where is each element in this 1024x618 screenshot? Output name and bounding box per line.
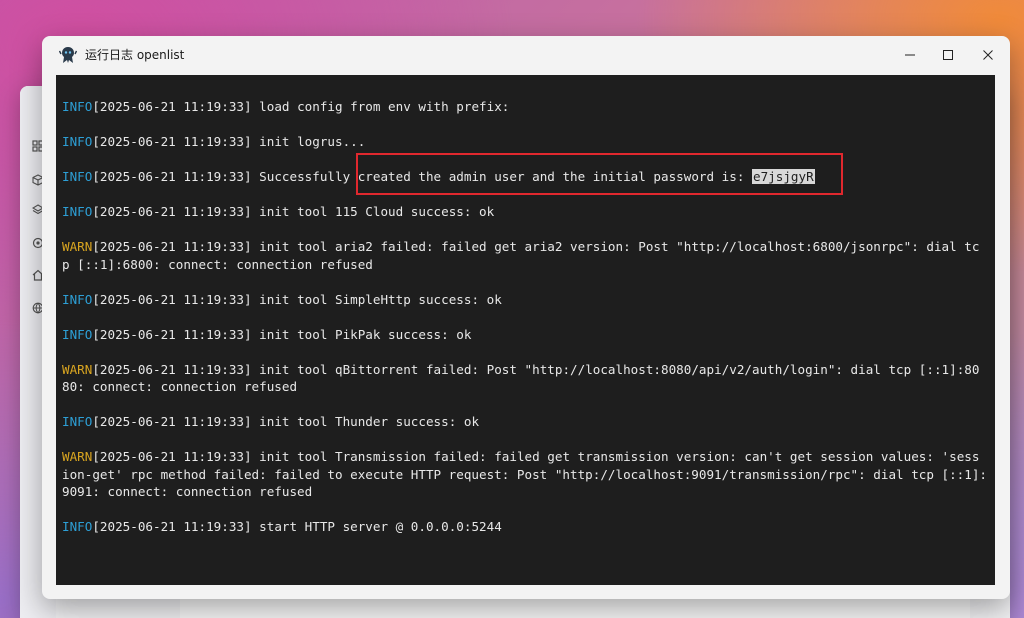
- log-level: INFO: [62, 291, 93, 307]
- minimize-button[interactable]: [890, 40, 930, 70]
- admin-password[interactable]: e7jsjgyR: [752, 169, 815, 184]
- log-line: INFO[2025-06-21 11:19:33] Successfully c…: [62, 168, 987, 186]
- log-message: init tool 115 Cloud success: ok: [251, 204, 495, 219]
- window-title: 运行日志 openlist: [85, 48, 185, 62]
- log-message: init tool SimpleHttp success: ok: [251, 291, 502, 307]
- log-level: INFO: [62, 519, 93, 534]
- log-timestamp: [2025-06-21 11:19:33]: [92, 204, 252, 219]
- log-level: WARN: [62, 449, 93, 464]
- log-level: INFO: [62, 99, 93, 114]
- close-button[interactable]: [968, 40, 1008, 70]
- log-line: INFO[2025-06-21 11:19:33] init tool Thun…: [62, 413, 987, 431]
- background-app-footer: [180, 596, 970, 618]
- log-timestamp: [2025-06-21 11:19:33]: [92, 239, 252, 254]
- title-bar[interactable]: 运行日志 openlist: [42, 36, 1010, 74]
- log-level: INFO: [62, 169, 93, 184]
- log-line: WARN[2025-06-21 11:19:33] init tool Tran…: [62, 448, 987, 501]
- log-line: INFO[2025-06-21 11:19:33] init tool Simp…: [62, 291, 987, 309]
- log-message: load config from env with prefix:: [251, 99, 510, 114]
- log-message: start HTTP server @ 0.0.0.0:5244: [251, 519, 502, 534]
- maximize-icon: [943, 50, 953, 60]
- log-level: INFO: [62, 326, 93, 342]
- log-line: INFO[2025-06-21 11:19:33] start HTTP ser…: [62, 518, 987, 536]
- log-timestamp: [2025-06-21 11:19:33]: [92, 361, 252, 377]
- log-line: INFO[2025-06-21 11:19:33] init tool 115 …: [62, 203, 987, 221]
- log-timestamp: [2025-06-21 11:19:33]: [92, 414, 252, 429]
- minimize-icon: [905, 54, 915, 56]
- close-icon: [983, 50, 993, 60]
- log-message: init tool Thunder success: ok: [251, 414, 480, 429]
- log-timestamp: [2025-06-21 11:19:33]: [92, 519, 252, 534]
- log-timestamp: [2025-06-21 11:19:33]: [92, 326, 252, 342]
- log-line: INFO[2025-06-21 11:19:33] init logrus...: [62, 133, 987, 151]
- log-timestamp: [2025-06-21 11:19:33]: [92, 291, 252, 307]
- log-level: WARN: [62, 239, 93, 254]
- maximize-button[interactable]: [928, 40, 968, 70]
- log-timestamp: [2025-06-21 11:19:33]: [92, 169, 252, 184]
- log-line: WARN[2025-06-21 11:19:33] init tool qBit…: [62, 361, 987, 396]
- log-message: Successfully created the admin user and …: [251, 169, 752, 184]
- log-message: init logrus...: [251, 134, 366, 149]
- app-logo-icon: [59, 47, 77, 63]
- log-window: 运行日志 openlist INFO[2025-06-21 11:19:33] …: [42, 36, 1010, 599]
- log-level: INFO: [62, 414, 93, 429]
- log-level: WARN: [62, 361, 93, 377]
- log-level: INFO: [62, 204, 93, 219]
- log-timestamp: [2025-06-21 11:19:33]: [92, 134, 252, 149]
- log-line: INFO[2025-06-21 11:19:33] init tool PikP…: [62, 326, 987, 344]
- log-timestamp: [2025-06-21 11:19:33]: [92, 449, 252, 464]
- log-console[interactable]: INFO[2025-06-21 11:19:33] load config fr…: [56, 75, 995, 585]
- log-timestamp: [2025-06-21 11:19:33]: [92, 99, 252, 114]
- log-line: WARN[2025-06-21 11:19:33] init tool aria…: [62, 238, 987, 273]
- log-message: init tool PikPak success: ok: [251, 326, 472, 342]
- log-line: INFO[2025-06-21 11:19:33] load config fr…: [62, 98, 987, 116]
- log-level: INFO: [62, 134, 93, 149]
